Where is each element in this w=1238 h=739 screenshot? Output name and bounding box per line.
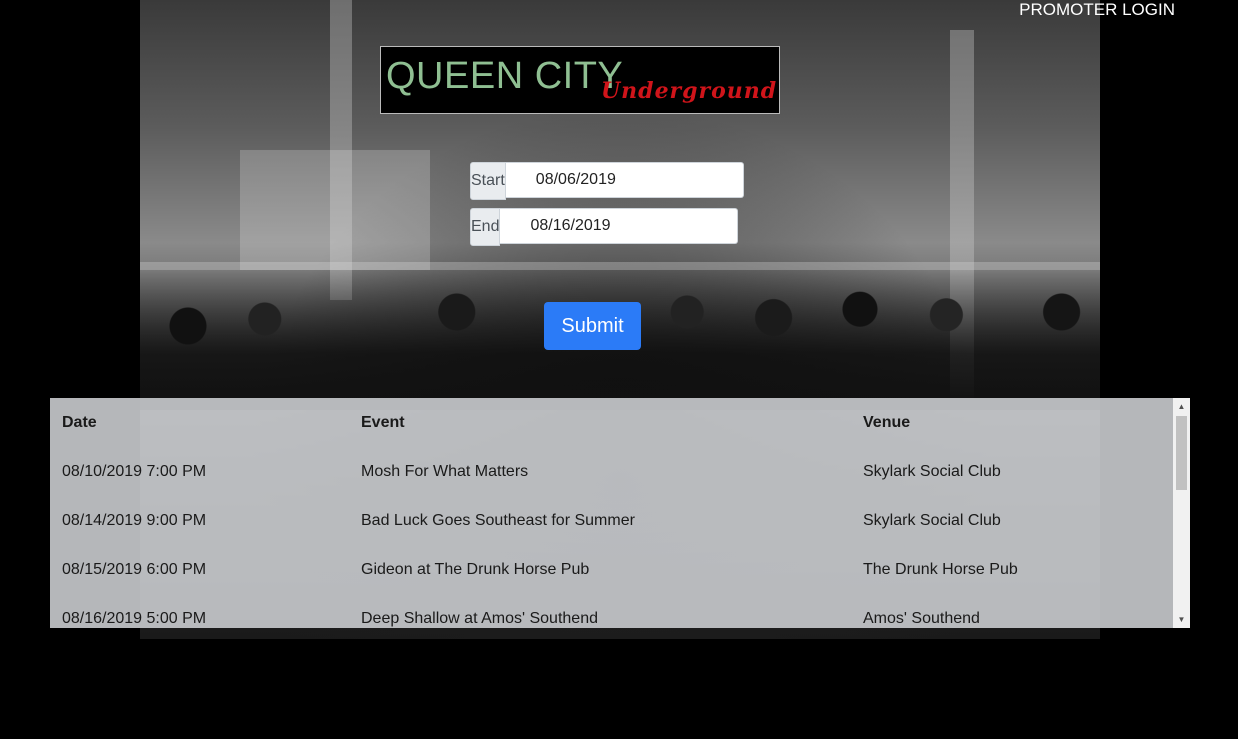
triangle-up-icon[interactable]: ▲ xyxy=(1173,398,1190,415)
triangle-down-icon[interactable]: ▼ xyxy=(1173,611,1190,628)
start-date-field: Start xyxy=(470,162,744,200)
photo-wall xyxy=(240,150,430,270)
event-venue: Skylark Social Club xyxy=(863,511,1001,529)
event-name: Deep Shallow at Amos' Southend xyxy=(361,609,598,627)
events-table: Date Event Venue 08/10/2019 7:00 PM Mosh… xyxy=(50,398,1172,628)
event-venue: Amos' Southend xyxy=(863,609,980,627)
event-venue: The Drunk Horse Pub xyxy=(863,560,1018,578)
column-header-event: Event xyxy=(361,413,405,431)
start-date-label: Start xyxy=(470,162,506,200)
event-date: 08/10/2019 7:00 PM xyxy=(62,462,207,480)
event-name: Mosh For What Matters xyxy=(361,462,529,480)
end-date-input[interactable] xyxy=(500,208,739,244)
logo-sub-text: Underground xyxy=(601,78,778,104)
event-date: 08/14/2019 9:00 PM xyxy=(62,511,207,529)
table-row[interactable]: 08/15/2019 6:00 PM Gideon at The Drunk H… xyxy=(50,545,1172,594)
table-row[interactable]: 08/14/2019 9:00 PM Bad Luck Goes Southea… xyxy=(50,496,1172,545)
end-date-field: End xyxy=(470,208,739,246)
start-date-input[interactable] xyxy=(505,162,744,198)
table-row[interactable]: 08/16/2019 5:00 PM Deep Shallow at Amos'… xyxy=(50,594,1172,628)
event-date: 08/16/2019 5:00 PM xyxy=(62,609,207,627)
table-row[interactable]: 08/10/2019 7:00 PM Mosh For What Matters… xyxy=(50,447,1172,496)
column-header-venue: Venue xyxy=(863,413,911,431)
table-scrollbar[interactable]: ▲ ▼ xyxy=(1173,398,1190,628)
scrollbar-thumb[interactable] xyxy=(1176,416,1187,490)
promoter-login-link[interactable]: PROMOTER LOGIN xyxy=(1019,0,1175,19)
event-name: Gideon at The Drunk Horse Pub xyxy=(361,560,590,578)
event-date: 08/15/2019 6:00 PM xyxy=(62,560,207,578)
submit-button[interactable]: Submit xyxy=(544,302,641,350)
site-logo: QUEEN CITY Underground xyxy=(380,46,780,114)
event-venue: Skylark Social Club xyxy=(863,462,1001,480)
table-header-row: Date Event Venue xyxy=(50,398,1172,447)
events-table-container: Date Event Venue 08/10/2019 7:00 PM Mosh… xyxy=(50,398,1190,628)
column-header-date: Date xyxy=(62,413,97,431)
end-date-label: End xyxy=(470,208,501,246)
event-name: Bad Luck Goes Southeast for Summer xyxy=(361,511,635,529)
page: PROMOTER LOGIN QUEEN CITY Underground St… xyxy=(0,0,1238,739)
logo-main-text: QUEEN CITY xyxy=(386,55,624,97)
